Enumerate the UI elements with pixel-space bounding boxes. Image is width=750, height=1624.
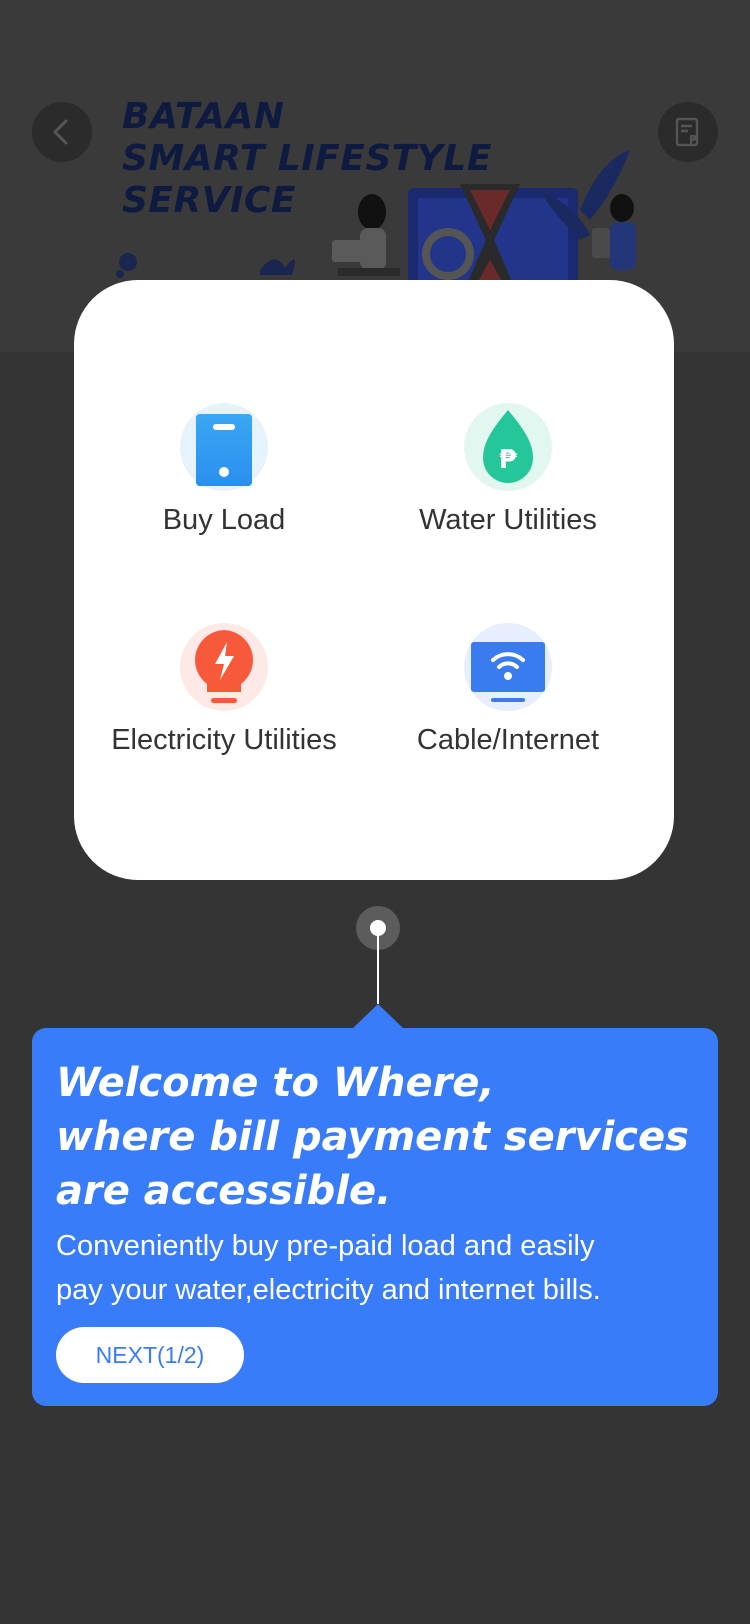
tooltip-heading: Welcome to Where, where bill payment ser…: [56, 1056, 706, 1218]
chevron-left-icon: [53, 119, 68, 145]
connector-line: [377, 934, 379, 1004]
tooltip-heading-line: where bill payment services: [56, 1114, 689, 1160]
banner-title-line: BATAAN: [122, 96, 285, 137]
receipt-peso-icon: ₱: [675, 117, 699, 147]
tooltip-arrow: [352, 1004, 404, 1029]
next-button[interactable]: NEXT(1/2): [56, 1327, 244, 1383]
service-label: Water Utilities: [419, 504, 597, 536]
onboarding-tooltip: Welcome to Where, where bill payment ser…: [32, 1028, 718, 1406]
tooltip-body-line: Conveniently buy pre-paid load and easil…: [56, 1230, 595, 1262]
service-label: Cable/Internet: [416, 724, 600, 756]
wifi-tv-icon: [463, 622, 553, 712]
phone-icon: [179, 402, 269, 492]
tooltip-heading-line: Welcome to Where,: [56, 1060, 495, 1106]
service-buy-load[interactable]: Buy Load: [82, 402, 366, 537]
back-button[interactable]: [32, 102, 92, 162]
svg-text:₱: ₱: [499, 445, 518, 475]
lightbulb-icon: [179, 622, 269, 712]
tooltip-body-line: pay your water,electricity and internet …: [56, 1274, 601, 1306]
water-drop-peso-icon: ₱: [463, 402, 553, 492]
service-label: Buy Load: [162, 504, 286, 536]
bill-history-button[interactable]: ₱: [658, 102, 718, 162]
service-water-utilities[interactable]: ₱ Water Utilities: [366, 402, 650, 537]
tooltip-heading-line: are accessible.: [56, 1168, 392, 1214]
service-cable-internet[interactable]: Cable/Internet: [366, 622, 650, 757]
svg-text:₱: ₱: [689, 133, 698, 147]
tooltip-description: Conveniently buy pre-paid load and easil…: [56, 1224, 706, 1312]
services-card: Buy Load ₱ Water Utilities Electricity U…: [74, 280, 674, 880]
service-electricity-utilities[interactable]: Electricity Utilities: [82, 622, 366, 757]
service-label: Electricity Utilities: [111, 724, 337, 756]
